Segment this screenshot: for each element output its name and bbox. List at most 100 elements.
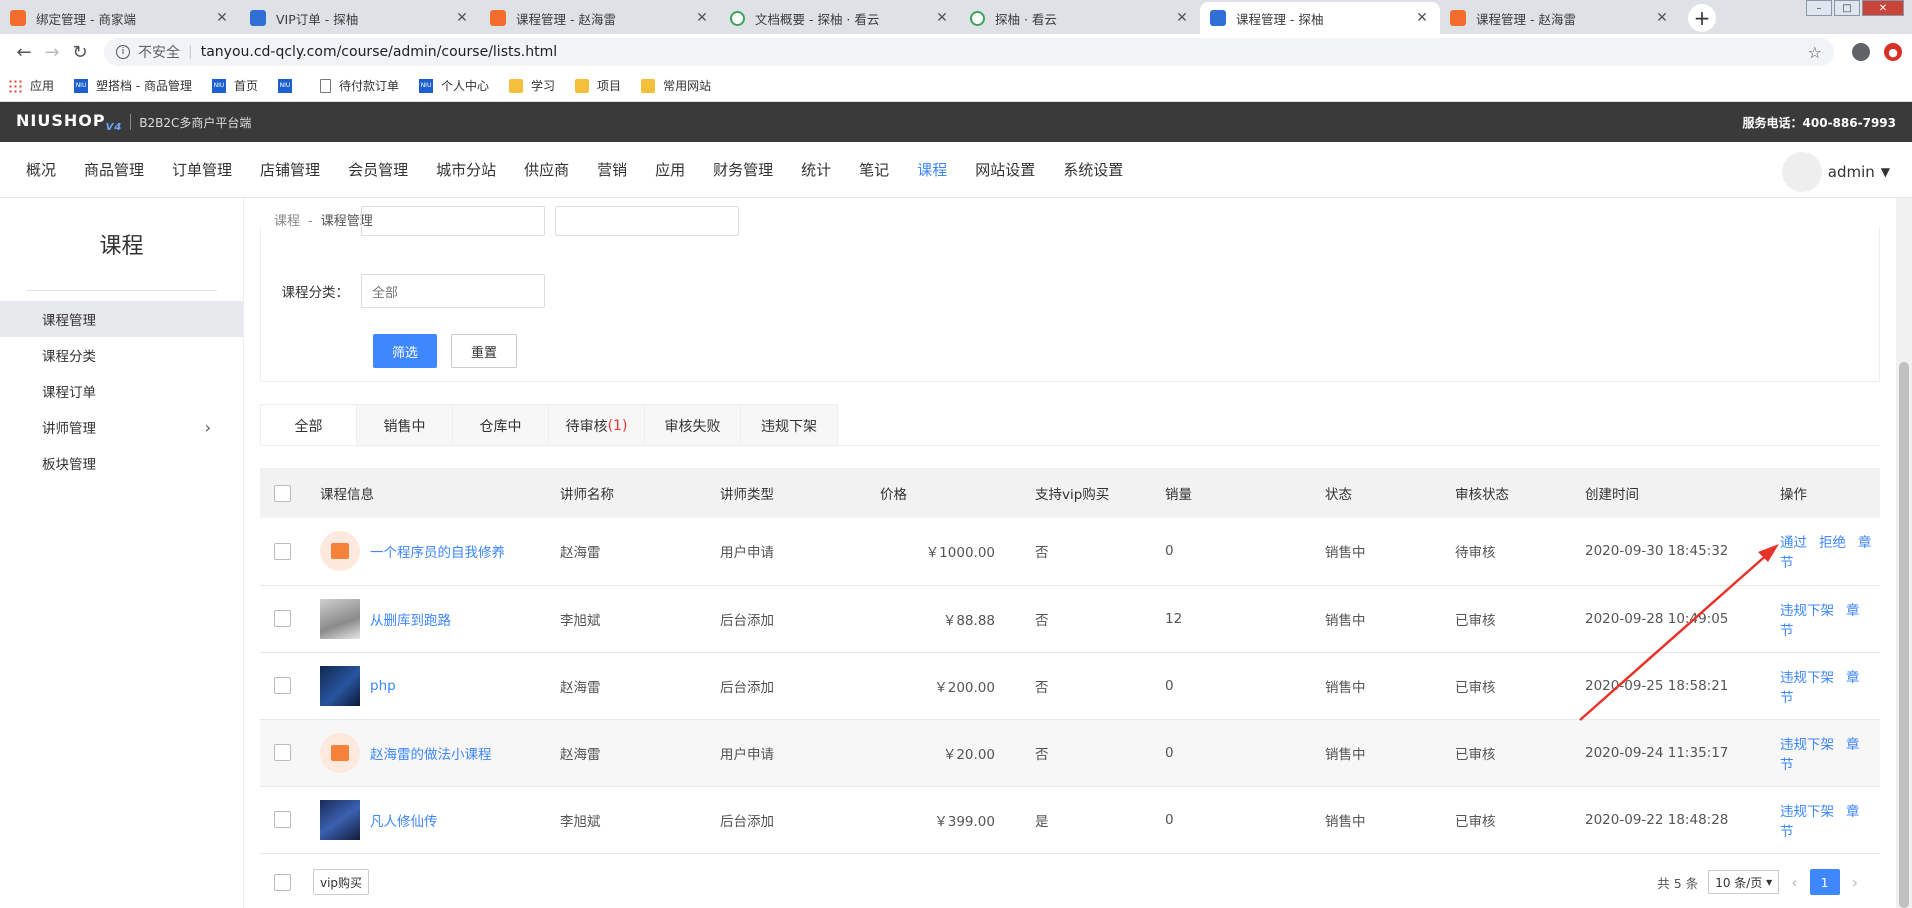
nav-item[interactable]: 概况 — [26, 159, 56, 180]
bookmark-star-icon[interactable]: ☆ — [1808, 43, 1822, 62]
page-size-select[interactable]: 10 条/页 ▾ — [1708, 870, 1780, 894]
tab-close-icon[interactable]: ✕ — [1414, 10, 1430, 26]
avatar[interactable] — [1781, 152, 1822, 192]
nav-item[interactable]: 课程 — [917, 159, 947, 180]
filter-button[interactable]: 筛选 — [373, 334, 437, 368]
tab-close-icon[interactable]: ✕ — [1654, 10, 1670, 26]
status-tab[interactable]: 违规下架 — [741, 405, 837, 447]
sidebar-item[interactable]: 课程订单 — [0, 373, 243, 409]
status-tab[interactable]: 销售中 — [357, 405, 453, 447]
browser-tab[interactable]: 探柚 · 看云 ✕ — [960, 2, 1200, 34]
next-page-icon[interactable]: › — [1852, 873, 1858, 892]
vertical-scrollbar[interactable] — [1896, 198, 1912, 908]
status-tab[interactable]: 仓库中 — [453, 405, 549, 447]
row-checkbox[interactable] — [274, 677, 291, 694]
sidebar-item[interactable]: 讲师管理 › — [0, 409, 243, 445]
extension-icon[interactable]: ● — [1884, 43, 1902, 61]
course-thumbnail[interactable] — [320, 598, 360, 639]
bookmark-item[interactable]: 应用 — [8, 77, 54, 94]
page-1-button[interactable]: 1 — [1809, 869, 1840, 895]
vip-purchase-button[interactable]: vip购买 — [313, 869, 370, 895]
reload-icon[interactable]: ↻ — [66, 42, 94, 63]
sidebar-item[interactable]: 课程分类 — [0, 337, 243, 373]
row-checkbox[interactable] — [274, 542, 291, 560]
caret-down-icon[interactable]: ▼ — [1881, 165, 1890, 179]
back-icon[interactable]: ← — [10, 42, 38, 63]
tab-close-icon[interactable]: ✕ — [214, 10, 230, 26]
niushop-logo[interactable]: NIUSHOPV4 — [16, 111, 122, 133]
new-tab-icon[interactable]: + — [1688, 4, 1716, 32]
browser-tab[interactable]: 文档概要 - 探柚 · 看云 ✕ — [720, 2, 960, 34]
prev-page-icon[interactable]: ‹ — [1791, 873, 1797, 892]
bookmark-item[interactable]: 常用网站 — [641, 77, 711, 94]
filter-input-partial-2[interactable] — [555, 206, 739, 236]
row-checkbox[interactable] — [274, 744, 291, 761]
select-all-checkbox[interactable] — [274, 484, 291, 502]
omnibox[interactable]: i 不安全 | tanyou.cd-qcly.com/course/admin/… — [104, 38, 1834, 66]
tab-close-icon[interactable]: ✕ — [1174, 10, 1190, 26]
row-checkbox[interactable] — [274, 811, 291, 828]
filter-input-partial-1[interactable] — [361, 206, 545, 236]
username[interactable]: admin — [1828, 163, 1875, 181]
course-name-link[interactable]: 一个程序员的自我修养 — [370, 541, 505, 561]
row-checkbox[interactable] — [274, 610, 291, 627]
info-icon[interactable]: i — [116, 45, 130, 59]
nav-item[interactable]: 城市分站 — [436, 159, 496, 180]
nav-item[interactable]: 网站设置 — [975, 159, 1035, 180]
gift-icon[interactable] — [320, 531, 360, 572]
nav-item[interactable]: 财务管理 — [713, 159, 773, 180]
course-thumbnail[interactable] — [320, 665, 360, 706]
chevron-right-icon[interactable]: › — [205, 418, 211, 437]
browser-tab[interactable]: 课程管理 - 赵海雷 ✕ — [480, 2, 720, 34]
maximize-icon[interactable]: □ — [1834, 0, 1860, 16]
tab-close-icon[interactable]: ✕ — [694, 10, 710, 26]
nav-item[interactable]: 店铺管理 — [260, 159, 320, 180]
browser-tab[interactable]: 课程管理 - 赵海雷 ✕ — [1440, 2, 1680, 34]
course-name-link[interactable]: php — [370, 678, 396, 694]
op-link[interactable]: 通过 — [1780, 535, 1807, 551]
op-link[interactable]: 违规下架 — [1780, 670, 1834, 686]
bookmark-item[interactable]: NIU 个人中心 — [419, 77, 489, 94]
op-link[interactable]: 拒绝 — [1819, 535, 1846, 551]
op-link[interactable]: 违规下架 — [1780, 603, 1834, 619]
category-select[interactable]: 全部 — [361, 274, 545, 308]
sidebar-item[interactable]: 板块管理 — [0, 445, 243, 481]
course-name-link[interactable]: 凡人修仙传 — [370, 810, 438, 830]
op-link[interactable]: 违规下架 — [1780, 804, 1834, 820]
profile-icon[interactable] — [1852, 43, 1870, 61]
nav-item[interactable]: 会员管理 — [348, 159, 408, 180]
tab-close-icon[interactable]: ✕ — [454, 10, 470, 26]
nav-item[interactable]: 商品管理 — [84, 159, 144, 180]
sidebar-item[interactable]: 课程管理 — [0, 301, 243, 337]
browser-tab[interactable]: VIP订单 - 探柚 ✕ — [240, 2, 480, 34]
bookmark-item[interactable]: 待付款订单 — [320, 77, 399, 94]
bookmark-item[interactable]: NIU 首页 — [211, 77, 258, 94]
course-thumbnail[interactable] — [320, 799, 360, 840]
window-close-icon[interactable]: ✕ — [1862, 0, 1904, 16]
bookmark-item[interactable]: 学习 — [509, 77, 555, 94]
reset-button[interactable]: 重置 — [451, 334, 517, 368]
status-tab[interactable]: 待审核 (1) — [549, 405, 645, 447]
forward-icon[interactable]: → — [38, 42, 66, 63]
bookmark-item[interactable]: NIU 塑搭档 - 商品管理 — [74, 77, 192, 94]
browser-tab[interactable]: 课程管理 - 探柚 ✕ — [1200, 2, 1440, 34]
url-text[interactable]: tanyou.cd-qcly.com/course/admin/course/l… — [201, 44, 1808, 60]
bookmark-item[interactable]: NIU — [278, 78, 300, 93]
nav-item[interactable]: 统计 — [801, 159, 831, 180]
course-name-link[interactable]: 从删库到跑路 — [370, 609, 451, 629]
tab-close-icon[interactable]: ✕ — [934, 10, 950, 26]
user-menu[interactable]: admin ▼ — [1781, 152, 1890, 192]
op-link[interactable]: 违规下架 — [1780, 737, 1834, 753]
browser-tab[interactable]: 绑定管理 - 商家端 ✕ — [0, 2, 240, 34]
nav-item[interactable]: 订单管理 — [172, 159, 232, 180]
nav-item[interactable]: 营销 — [597, 159, 627, 180]
nav-item[interactable]: 应用 — [655, 159, 685, 180]
nav-item[interactable]: 系统设置 — [1063, 159, 1123, 180]
course-name-link[interactable]: 赵海雷的做法小课程 — [370, 743, 492, 763]
gift-icon[interactable] — [320, 732, 360, 773]
status-tab[interactable]: 审核失败 — [645, 405, 741, 447]
nav-item[interactable]: 供应商 — [524, 159, 569, 180]
status-tab[interactable]: 全部 — [261, 405, 357, 447]
nav-item[interactable]: 笔记 — [859, 159, 889, 180]
minimize-icon[interactable]: – — [1806, 0, 1832, 16]
